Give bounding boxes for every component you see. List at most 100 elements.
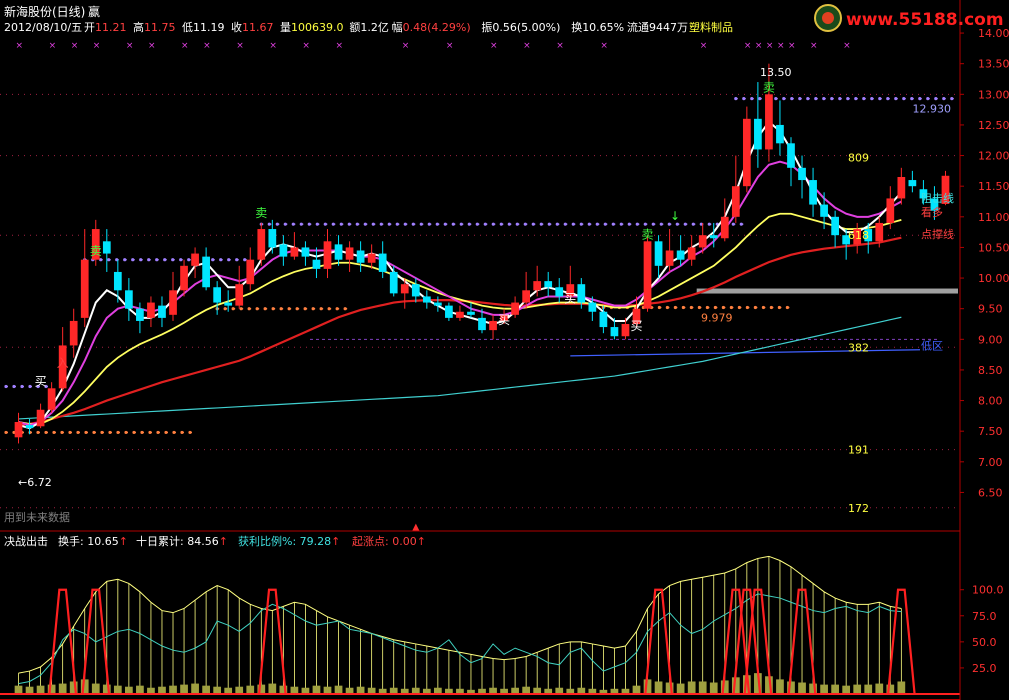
candle-body <box>367 253 376 263</box>
level-dot <box>331 222 335 226</box>
volume-bar <box>213 686 222 694</box>
indicator-panel[interactable]: 决战出击 换手: 10.65↑ 十日累计: 84.56↑ 获利比例%: 79.28↑ 起… <box>0 534 960 695</box>
volume-bar <box>36 685 45 694</box>
candle-body <box>676 250 685 260</box>
volume-bar <box>356 686 365 694</box>
candle-body <box>433 302 442 306</box>
level-dot <box>107 258 111 262</box>
indicator-item: 换手: 10.65↑ <box>58 534 128 548</box>
candlestick-panel[interactable]: × × × × × × × × × × × × × × × × × × × × × × × × × ×12.9309.979809… <box>0 41 960 533</box>
event-marker: × <box>600 41 608 51</box>
level-dot <box>271 307 275 311</box>
level-dot <box>247 307 251 311</box>
level-dot <box>124 430 128 435</box>
candle-body <box>125 290 133 309</box>
level-dot <box>635 222 639 226</box>
quote-value: 0.48(4.29%) <box>403 21 471 34</box>
level-dot <box>753 305 757 310</box>
level-dot <box>60 430 64 435</box>
volume-bar <box>654 681 663 694</box>
level-dot <box>697 305 701 310</box>
level-dot <box>163 258 167 262</box>
level-dot <box>131 258 135 262</box>
level-dot <box>657 305 661 310</box>
quote-item: 额1.2亿 <box>349 21 389 34</box>
level-dot <box>123 258 127 262</box>
level-dot <box>211 258 215 262</box>
candle-body <box>301 247 310 257</box>
candle-body <box>511 302 519 315</box>
level-dot <box>742 97 746 101</box>
candle-body <box>897 177 906 199</box>
signal-label: 买 <box>564 292 576 306</box>
indicator-item-value: 79.28 <box>296 535 331 548</box>
indicator-item: 十日累计: 84.56↑ <box>136 534 228 548</box>
event-marker: × <box>556 41 564 51</box>
candle-body <box>809 180 817 205</box>
level-dot <box>179 258 183 262</box>
candle-body <box>533 281 542 291</box>
candle-body <box>687 247 696 260</box>
level-dot <box>435 222 439 226</box>
level-dot <box>769 305 773 310</box>
level-dot <box>774 97 778 101</box>
level-dot <box>854 97 858 101</box>
volume-bar <box>202 685 210 694</box>
level-dot <box>814 97 818 101</box>
up-arrow-icon: ↑ <box>331 535 340 548</box>
ma-red-line <box>18 236 902 427</box>
candle-body <box>831 216 839 236</box>
level-dot <box>579 222 583 226</box>
volume-bar <box>853 684 862 694</box>
level-dot <box>926 97 930 101</box>
quote-value: 0.56(5.00%) <box>492 21 560 34</box>
level-dot <box>729 305 733 310</box>
candle-body <box>875 222 884 242</box>
quote-item: 幅0.48(4.29%) <box>392 21 471 34</box>
volume-bar <box>776 679 784 694</box>
level-dot <box>675 222 679 226</box>
candle-body <box>621 324 630 337</box>
volume-bar <box>25 686 34 694</box>
level-dot <box>707 222 711 226</box>
level-dot <box>4 430 8 435</box>
event-marker: × <box>148 41 156 51</box>
candle-body <box>147 302 155 318</box>
level-dot <box>164 430 168 435</box>
level-dot <box>665 305 669 310</box>
level-dot <box>155 258 159 262</box>
y-tick-label: 13.00 <box>978 88 1009 101</box>
level-dot <box>267 222 271 226</box>
level-dot <box>343 307 347 311</box>
candle-body <box>102 241 111 254</box>
quote-label: 振 <box>481 20 492 34</box>
candle-body <box>544 281 553 288</box>
level-dot <box>523 222 527 226</box>
level-dot <box>782 97 786 101</box>
event-marker: × <box>181 41 189 51</box>
fib-label: 382 <box>848 341 869 354</box>
level-dot <box>307 222 311 226</box>
candle-body <box>765 94 773 150</box>
ind-y-tick-label: 25.0 <box>972 662 997 675</box>
level-dot <box>255 307 259 311</box>
quote-label: 收 <box>231 20 242 34</box>
volume-bar <box>158 686 166 694</box>
ind-y-tick-label: 50.0 <box>972 636 997 649</box>
quote-value: 10.65% <box>582 21 624 34</box>
candle-body <box>257 229 266 260</box>
quote-item: 换10.65% <box>571 20 624 34</box>
high-price-label: 13.50 <box>760 66 792 79</box>
level-dot <box>515 222 519 226</box>
candle-body <box>610 327 619 337</box>
line-label: 低区 <box>921 339 943 352</box>
candle-body <box>312 259 321 269</box>
signal-label: 买 <box>498 313 510 327</box>
level-dot <box>777 305 781 310</box>
up-arrow-icon: ↑ <box>219 535 228 548</box>
level-dot <box>499 222 503 226</box>
down-arrow-icon: ↓ <box>670 209 680 223</box>
event-marker: × <box>126 41 134 51</box>
level-dot <box>148 430 152 435</box>
indicator-item-label: 获利比例%: <box>238 534 296 548</box>
